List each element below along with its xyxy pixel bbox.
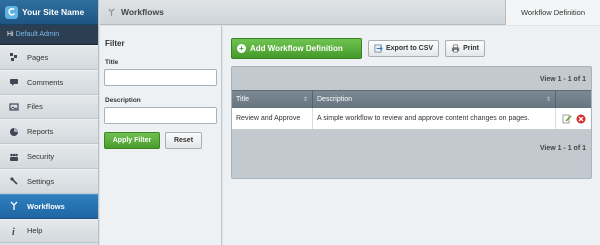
filter-heading: Filter xyxy=(105,39,125,48)
page-title: Workflows xyxy=(121,7,164,17)
column-description-label: Description xyxy=(317,96,353,103)
sidebar-item-settings[interactable]: Settings xyxy=(0,168,98,194)
user-greeting: Hi Default Admin xyxy=(0,25,98,45)
sidebar-item-reports[interactable]: Reports xyxy=(0,119,98,145)
column-header-description[interactable]: Description ⇕ xyxy=(313,91,556,108)
workflows-icon xyxy=(8,200,20,212)
sidebar-item-files[interactable]: Files xyxy=(0,94,98,120)
top-bar: Workflows Workflow Definition xyxy=(100,0,600,25)
sidebar: Your Site Name Hi Default Admin Pages Co… xyxy=(0,0,99,245)
sidebar-item-comments[interactable]: Comments xyxy=(0,69,98,95)
description-label: Description xyxy=(105,97,141,104)
export-csv-button[interactable]: Export to CSV xyxy=(368,40,440,57)
filter-panel: Filter Title Description Apply Filter Re… xyxy=(100,26,222,245)
sidebar-item-workflows[interactable]: Workflows xyxy=(0,193,98,219)
files-icon xyxy=(8,101,20,113)
sidebar-item-label: Help xyxy=(27,226,43,236)
workflow-grid: View 1 - 1 of 1 Title ⇕ Description ⇕ Re… xyxy=(231,66,592,179)
sidebar-item-security[interactable]: Security xyxy=(0,144,98,169)
pager-top: View 1 - 1 of 1 xyxy=(539,76,586,83)
edit-icon[interactable] xyxy=(562,114,572,124)
print-button-label: Print xyxy=(463,45,480,52)
sort-icon: ⇕ xyxy=(302,97,308,103)
reports-icon xyxy=(8,126,20,138)
cell-actions xyxy=(556,108,591,129)
printer-icon xyxy=(451,44,460,53)
print-button[interactable]: Print xyxy=(445,40,486,57)
pager-bottom: View 1 - 1 of 1 xyxy=(539,145,586,152)
main-content: + Add Workflow Definition Export to CSV … xyxy=(223,26,600,245)
add-workflow-definition-button[interactable]: + Add Workflow Definition xyxy=(231,38,362,59)
site-header[interactable]: Your Site Name xyxy=(0,0,98,25)
help-icon: i xyxy=(8,225,20,237)
table-row[interactable]: Review and Approve A simple workflow to … xyxy=(232,108,591,130)
sidebar-item-label: Reports xyxy=(27,127,54,137)
column-header-actions xyxy=(556,91,591,108)
cell-title: Review and Approve xyxy=(232,108,313,129)
cell-description: A simple workflow to review and approve … xyxy=(313,108,556,129)
sidebar-item-label: Settings xyxy=(27,176,55,186)
site-name[interactable]: Your Site Name xyxy=(22,7,84,17)
apply-filter-button[interactable]: Apply Filter xyxy=(104,132,160,149)
sidebar-item-label: Files xyxy=(27,102,43,112)
sidebar-item-pages[interactable]: Pages xyxy=(0,45,98,70)
delete-icon[interactable] xyxy=(576,114,586,124)
user-link[interactable]: Default Admin xyxy=(16,31,60,38)
site-logo-icon xyxy=(5,5,18,19)
export-button-label: Export to CSV xyxy=(386,45,434,52)
plus-icon: + xyxy=(237,44,246,53)
sidebar-item-label: Comments xyxy=(27,77,64,87)
reset-button[interactable]: Reset xyxy=(165,132,202,149)
security-icon xyxy=(8,151,20,163)
title-label: Title xyxy=(105,59,119,66)
sidebar-item-label: Security xyxy=(27,152,55,162)
sidebar-item-help[interactable]: i Help xyxy=(0,218,98,244)
tab-workflow-definition[interactable]: Workflow Definition xyxy=(505,0,600,25)
sidebar-item-label: Pages xyxy=(27,52,49,62)
sort-icon: ⇕ xyxy=(545,97,551,103)
column-title-label: Title xyxy=(236,96,249,103)
add-button-label: Add Workflow Definition xyxy=(250,44,343,53)
description-filter-input[interactable] xyxy=(104,107,217,124)
comments-icon xyxy=(8,76,20,88)
title-filter-input[interactable] xyxy=(104,69,217,86)
workflows-icon xyxy=(107,7,116,17)
sidebar-item-label: Workflows xyxy=(27,201,65,211)
svg-text:i: i xyxy=(12,227,15,236)
toolbar: + Add Workflow Definition Export to CSV … xyxy=(231,38,486,59)
column-header-title[interactable]: Title ⇕ xyxy=(232,91,313,108)
pages-icon xyxy=(8,51,20,63)
settings-icon xyxy=(8,175,20,187)
greeting-label: Hi xyxy=(7,31,14,38)
export-icon xyxy=(374,44,383,53)
table-header: Title ⇕ Description ⇕ xyxy=(232,90,591,108)
